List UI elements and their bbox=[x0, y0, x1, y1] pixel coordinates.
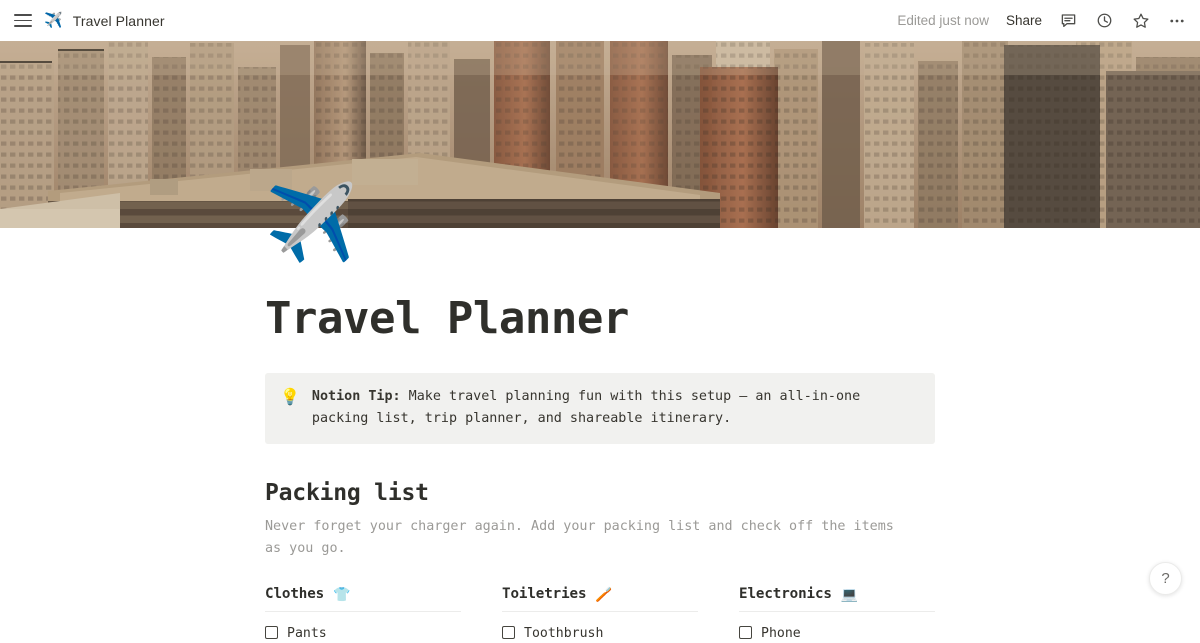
todo-label[interactable]: Phone bbox=[761, 624, 801, 643]
todo-label[interactable]: Toothbrush bbox=[524, 624, 603, 643]
todo-item[interactable]: Pants bbox=[265, 624, 461, 643]
todo-checkbox[interactable] bbox=[739, 626, 752, 639]
tshirt-icon: 👕 bbox=[333, 587, 350, 601]
packing-column-electronics: Electronics 💻 Phone bbox=[739, 586, 935, 643]
lightbulb-icon: 💡 bbox=[280, 386, 300, 411]
page-emoji-icon[interactable]: ✈️ bbox=[265, 186, 357, 260]
notion-tip-callout[interactable]: 💡 Notion Tip: Make travel planning fun w… bbox=[265, 373, 935, 443]
page-content: Travel Planner 💡 Notion Tip: Make travel… bbox=[0, 228, 1200, 643]
callout-bold-label: Notion Tip: bbox=[312, 389, 401, 404]
help-button[interactable]: ? bbox=[1149, 562, 1182, 595]
column-title[interactable]: Clothes bbox=[265, 586, 324, 602]
column-title[interactable]: Electronics bbox=[739, 586, 832, 602]
callout-text: Notion Tip: Make travel planning fun wit… bbox=[312, 386, 919, 429]
column-title[interactable]: Toiletries bbox=[502, 586, 586, 602]
history-clock-icon[interactable] bbox=[1095, 11, 1114, 30]
breadcrumb-emoji-icon: ✈️ bbox=[44, 13, 63, 28]
share-button[interactable]: Share bbox=[1006, 13, 1042, 28]
todo-label[interactable]: Pants bbox=[287, 624, 327, 643]
top-bar-right: Edited just now Share bbox=[897, 11, 1186, 30]
more-options-icon[interactable] bbox=[1167, 11, 1186, 30]
todo-checkbox[interactable] bbox=[265, 626, 278, 639]
page-title[interactable]: Travel Planner bbox=[265, 295, 935, 343]
packing-list-description: Never forget your charger again. Add you… bbox=[265, 516, 915, 559]
star-icon[interactable] bbox=[1131, 11, 1150, 30]
page-cover-image bbox=[0, 41, 1200, 228]
laptop-icon: 💻 bbox=[841, 587, 858, 601]
packing-column-toiletries: Toiletries 🪥 Toothbrush bbox=[502, 586, 698, 643]
packing-columns: Clothes 👕 Pants Toiletries 🪥 Toothbrush bbox=[265, 586, 935, 643]
packing-list-heading[interactable]: Packing list bbox=[265, 480, 935, 506]
breadcrumb-title[interactable]: Travel Planner bbox=[73, 13, 165, 29]
hamburger-menu-icon[interactable] bbox=[12, 10, 34, 32]
column-header: Toiletries 🪥 bbox=[502, 586, 698, 612]
packing-column-clothes: Clothes 👕 Pants bbox=[265, 586, 461, 643]
todo-checkbox[interactable] bbox=[502, 626, 515, 639]
comment-icon[interactable] bbox=[1059, 11, 1078, 30]
content-column: Travel Planner 💡 Notion Tip: Make travel… bbox=[265, 295, 935, 643]
edited-status: Edited just now bbox=[897, 13, 989, 28]
toothbrush-icon: 🪥 bbox=[595, 587, 612, 601]
todo-item[interactable]: Toothbrush bbox=[502, 624, 698, 643]
todo-item[interactable]: Phone bbox=[739, 624, 935, 643]
column-header: Electronics 💻 bbox=[739, 586, 935, 612]
top-bar: ✈️ Travel Planner Edited just now Share bbox=[0, 0, 1200, 41]
top-bar-left: ✈️ Travel Planner bbox=[12, 10, 165, 32]
column-header: Clothes 👕 bbox=[265, 586, 461, 612]
